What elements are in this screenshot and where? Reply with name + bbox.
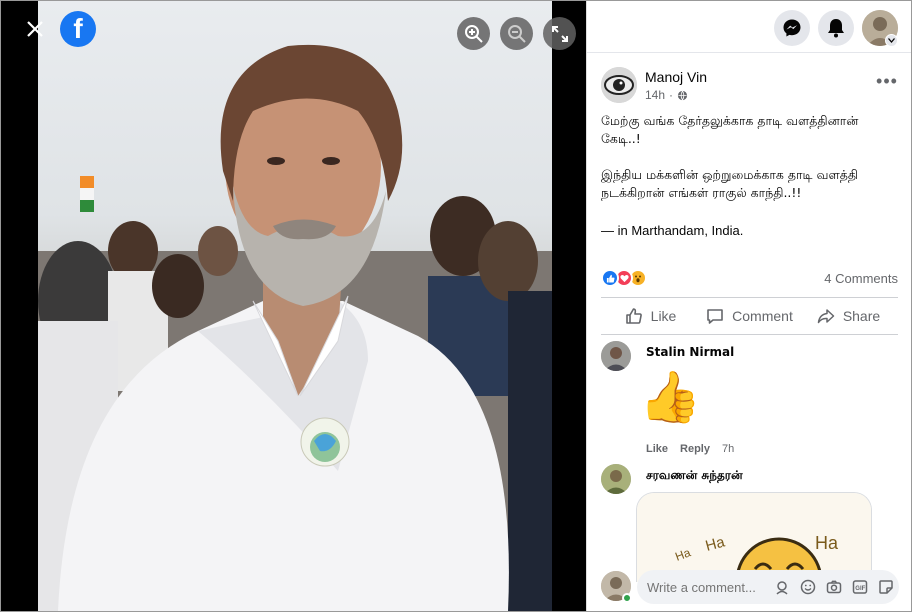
- fullscreen-button[interactable]: [543, 17, 576, 50]
- divider: [601, 334, 898, 335]
- emoji-icon: [800, 579, 816, 595]
- commenter-avatar-image: [601, 464, 631, 494]
- composer-icons: GIF: [773, 578, 895, 596]
- comment-label: Comment: [732, 308, 793, 324]
- commenter-avatar[interactable]: [601, 341, 631, 371]
- avatar-sticker-icon: [776, 581, 788, 595]
- comment-composer: GIF: [601, 567, 901, 605]
- wow-face-icon: [635, 275, 641, 283]
- like-reaction-icon[interactable]: [601, 269, 619, 287]
- avatar-sticker-button[interactable]: [773, 578, 791, 596]
- thumbs-up-outline-icon: [625, 308, 642, 324]
- svg-text:GIF: GIF: [855, 586, 865, 592]
- share-icon: [817, 309, 835, 324]
- post-header: Manoj Vin 14h · •••: [601, 67, 901, 107]
- thumbs-up-sticker: 👍: [639, 369, 702, 425]
- comment-button[interactable]: Comment: [700, 301, 799, 331]
- sticker-ha-text: Ha: [815, 533, 839, 553]
- like-button[interactable]: Like: [601, 301, 700, 331]
- facebook-logo-text: f: [73, 13, 83, 44]
- camera-icon: [826, 580, 842, 594]
- messenger-icon: [783, 19, 801, 37]
- share-button[interactable]: Share: [799, 301, 898, 331]
- author-name[interactable]: Manoj Vin: [645, 69, 707, 85]
- thumbs-up-icon: [606, 274, 615, 283]
- location-link[interactable]: Marthandam, India.: [631, 223, 743, 238]
- post-location: — in Marthandam, India.: [601, 223, 743, 238]
- sticker-icon: [879, 580, 893, 594]
- post-body: மேற்கு வங்க தேர்தலுக்காக தாடி வளத்தினான்…: [601, 112, 901, 220]
- zoom-in-icon: [464, 24, 483, 43]
- author-avatar[interactable]: [601, 67, 637, 103]
- fullscreen-icon: [551, 25, 568, 42]
- post-time[interactable]: 14h: [645, 88, 665, 102]
- comment-like-link[interactable]: Like: [646, 443, 668, 455]
- facebook-logo[interactable]: f: [60, 11, 96, 47]
- globe-icon: [677, 90, 688, 101]
- close-icon: [27, 21, 43, 37]
- meta-separator: ·: [669, 88, 674, 102]
- zoom-out-icon: [507, 24, 526, 43]
- commenter-name[interactable]: Stalin Nirmal: [646, 345, 734, 359]
- comment-reply-link[interactable]: Reply: [680, 443, 710, 455]
- heart-icon: [619, 274, 629, 282]
- messenger-button[interactable]: [774, 10, 810, 46]
- commenter-avatar-image: [601, 341, 631, 371]
- like-label: Like: [650, 308, 677, 324]
- gif-button[interactable]: GIF: [851, 578, 869, 596]
- comments-count[interactable]: 4 Comments: [824, 271, 898, 286]
- top-bar: [587, 1, 911, 53]
- share-label: Share: [842, 308, 881, 324]
- comment-time[interactable]: 7h: [722, 443, 734, 455]
- zoom-out-button[interactable]: [500, 17, 533, 50]
- account-menu-button[interactable]: [885, 34, 898, 47]
- post-meta: 14h ·: [645, 88, 688, 102]
- bell-icon: [828, 19, 844, 38]
- photo-viewer: f: [1, 1, 586, 611]
- gif-icon: GIF: [852, 580, 868, 594]
- reactions-summary: 4 Comments: [601, 267, 898, 291]
- sticker-button[interactable]: [877, 578, 895, 596]
- online-status-dot: [622, 593, 632, 603]
- post-paragraph-2: இந்திய மக்களின் ஒற்றுமைக்காக தாடி வளத்தி…: [601, 167, 859, 200]
- author-avatar-image: [601, 67, 637, 103]
- chevron-down-icon: [888, 38, 895, 43]
- location-prefix: — in: [601, 223, 632, 238]
- comment-item: Stalin Nirmal 👍 Like Reply 7h: [601, 341, 901, 461]
- notifications-button[interactable]: [818, 10, 854, 46]
- post-action-bar: Like Comment Share: [601, 301, 898, 331]
- divider: [601, 297, 898, 298]
- post-photo: [38, 1, 552, 611]
- comment-actions: Like Reply 7h: [646, 443, 734, 455]
- close-viewer-button[interactable]: [17, 11, 53, 47]
- commenter-avatar[interactable]: [601, 464, 631, 494]
- emoji-button[interactable]: [799, 578, 817, 596]
- post-paragraph-1: மேற்கு வங்க தேர்தலுக்காக தாடி வளத்தினான்…: [601, 113, 859, 146]
- zoom-in-button[interactable]: [457, 17, 490, 50]
- commenter-name[interactable]: சரவணன் சுந்தரன்: [646, 468, 743, 484]
- comment-icon: [707, 309, 723, 324]
- comment-item: சரவணன் சுந்தரன் Ha Ha Ha: [601, 464, 901, 582]
- post-options-button[interactable]: •••: [873, 71, 901, 91]
- photo-button[interactable]: [825, 578, 843, 596]
- post-details-panel: Manoj Vin 14h · ••• மேற்கு வங்க தேர்தலுக…: [586, 1, 911, 611]
- photo-illustration: [38, 44, 552, 611]
